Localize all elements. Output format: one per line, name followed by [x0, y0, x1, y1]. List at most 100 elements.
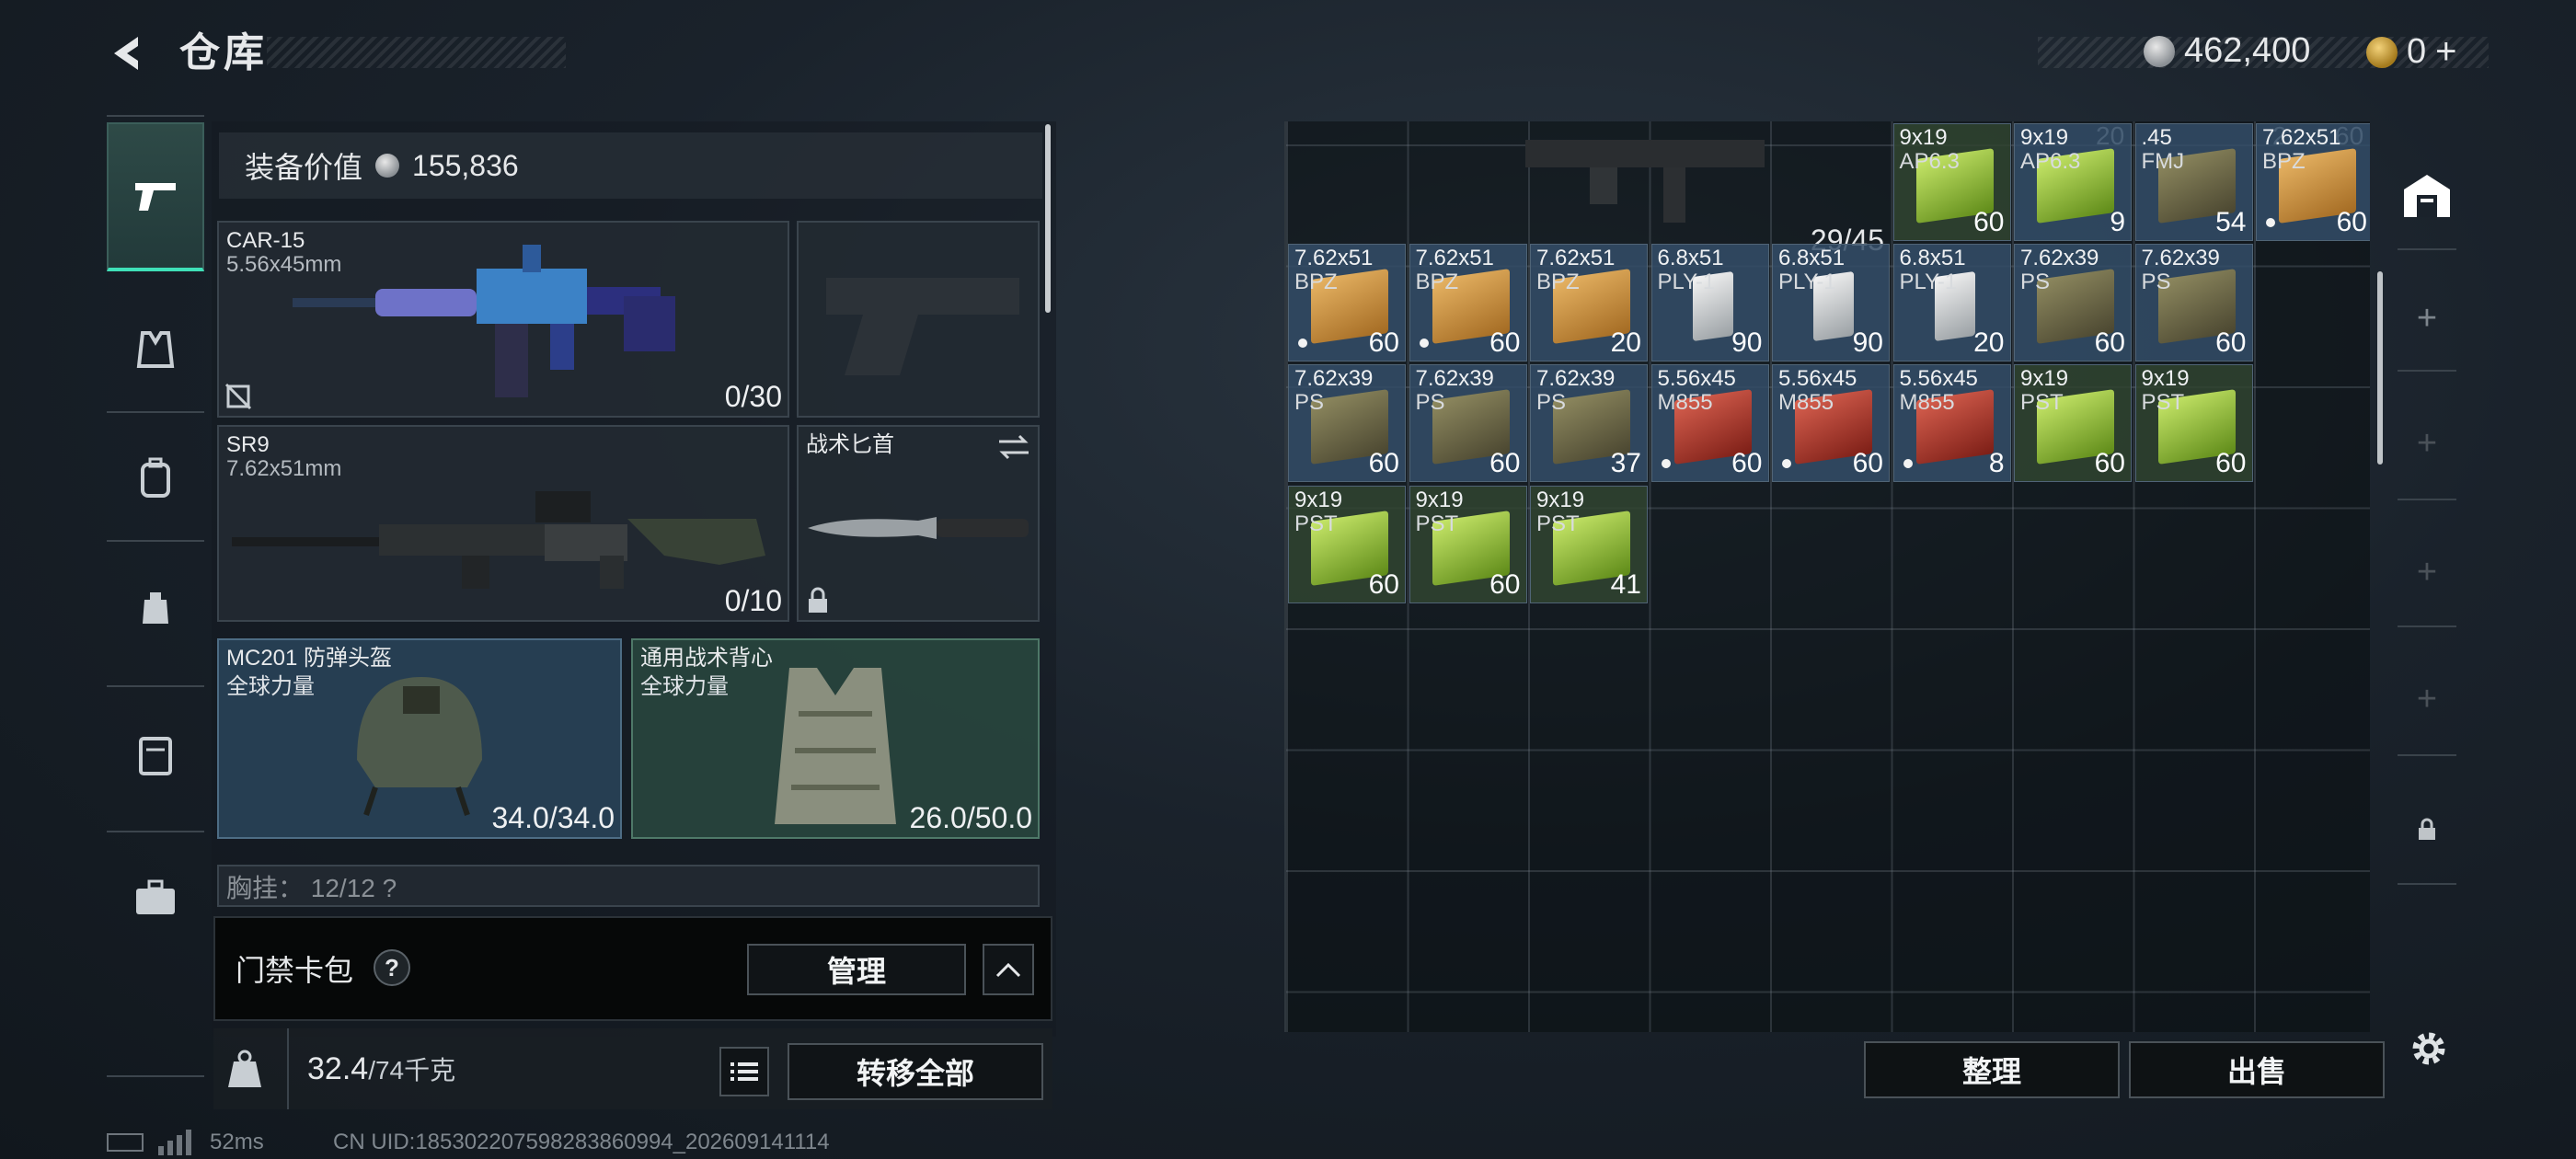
- transfer-all-button[interactable]: 转移全部: [788, 1043, 1043, 1100]
- vest-faction: 全球力量: [640, 674, 729, 699]
- ammo-quantity: 60: [2094, 327, 2125, 358]
- ammo-type: PS: [1536, 390, 1567, 415]
- backpack-icon: [141, 457, 170, 498]
- ammo-item[interactable]: 7.62x51 BPZ 20: [1530, 243, 1648, 361]
- ammo-caliber: 6.8x51: [1657, 245, 1724, 270]
- card-pack-label: 门禁卡包: [236, 954, 354, 987]
- ammo-item[interactable]: 9x19 PST 41: [1530, 485, 1648, 603]
- ammo-quantity: 20: [1610, 327, 1641, 358]
- nav-case[interactable]: [107, 704, 204, 805]
- expand-button[interactable]: [983, 944, 1034, 995]
- vest-durability-value: 26.0/50.0: [909, 801, 1032, 834]
- ammo-quantity: 54: [2215, 207, 2247, 237]
- ammo-item[interactable]: 9x19 PST 60: [1409, 485, 1527, 603]
- back-button[interactable]: [101, 26, 156, 81]
- new-dot-icon: [1661, 459, 1671, 468]
- list-view-button[interactable]: [719, 1047, 769, 1096]
- ammo-item[interactable]: 9x19 AP6.3 60: [1892, 123, 2011, 241]
- vest-slot[interactable]: 通用战术背心 全球力量 全球力量 26.0/50.0: [631, 638, 1040, 839]
- ammo-item[interactable]: 7.62x39 PS 60: [2014, 243, 2132, 361]
- add-gold-icon[interactable]: +: [2435, 31, 2456, 73]
- melee-slot[interactable]: 战术匕首: [797, 425, 1040, 622]
- ammo-item[interactable]: 7.62x51 BPZ 60: [1409, 243, 1527, 361]
- vest-icon: [775, 668, 896, 824]
- ammo-quantity: 90: [1852, 327, 1883, 358]
- sell-button[interactable]: 出售: [2129, 1041, 2385, 1098]
- ammo-item[interactable]: 6.8x51 PLY-1 90: [1650, 243, 1769, 361]
- ammo-caliber: 7.62x51: [1294, 245, 1374, 270]
- add-container-button[interactable]: +: [2388, 662, 2466, 736]
- ammo-caliber: 9x19: [1536, 487, 1585, 512]
- settings-button[interactable]: [2403, 1023, 2455, 1074]
- nav-toolbox[interactable]: [107, 847, 204, 948]
- pistol-icon: [135, 183, 176, 211]
- silver-coin-icon: [2144, 35, 2175, 67]
- warehouse-tab[interactable]: [2388, 149, 2466, 241]
- plus-icon: +: [2416, 423, 2438, 463]
- battery-icon: [107, 1133, 144, 1152]
- ammo-item[interactable]: 7.62x39 PS 60: [2134, 243, 2253, 361]
- chest-rig-slot[interactable]: 胸挂： 12/12 ?: [217, 865, 1040, 907]
- knife-icon: [808, 517, 1029, 539]
- weight-max: /74千克: [368, 1056, 456, 1084]
- ammo-item[interactable]: 5.56x45 M855 60: [1772, 364, 1890, 482]
- plus-icon: +: [2416, 679, 2438, 718]
- ammo-caliber: 9x19: [1899, 125, 1948, 150]
- pistol-slot-empty[interactable]: [797, 221, 1040, 418]
- ammo-item[interactable]: 9x19 PST 60: [2014, 364, 2132, 482]
- ammo-item[interactable]: 5.56x45 M855 8: [1892, 364, 2011, 482]
- ammo-item[interactable]: 7.62x51 BPZ 60: [1288, 243, 1406, 361]
- ammo-item[interactable]: .45 FMJ 54: [2134, 123, 2253, 241]
- ammo-quantity: 60: [2094, 448, 2125, 478]
- ammo-type: PST: [2020, 390, 2064, 415]
- ammo-quantity: 60: [1489, 327, 1521, 358]
- ammo-item[interactable]: 6.8x51 PLY-1 90: [1772, 243, 1890, 361]
- ammo-item[interactable]: 7.62x39 PS 37: [1530, 364, 1648, 482]
- add-container-button[interactable]: +: [2388, 407, 2466, 480]
- ammo-type: PST: [1415, 511, 1459, 536]
- ammo-item[interactable]: 7.62x51 BPZ 60: [2256, 123, 2370, 241]
- helmet-slot[interactable]: MC201 防弹头盔 全球力量 34.0/34.0: [217, 638, 622, 839]
- plus-icon: +: [2416, 298, 2438, 338]
- gold-currency[interactable]: 0 +: [2366, 31, 2457, 73]
- rifle-container-item[interactable]: 29/45: [1286, 121, 1892, 263]
- sort-button[interactable]: 整理: [1864, 1041, 2120, 1098]
- ammo-item[interactable]: 7.62x39 PS 60: [1288, 364, 1406, 482]
- nav-pouch[interactable]: [107, 557, 204, 658]
- nav-backpack[interactable]: [107, 428, 204, 529]
- nav-weapons[interactable]: [107, 122, 204, 271]
- card-pack-help-icon[interactable]: ?: [374, 949, 410, 986]
- lock-icon: [809, 587, 827, 613]
- ammo-caliber: 6.8x51: [1899, 245, 1966, 270]
- ammo-item[interactable]: 9x19 PST 60: [1288, 485, 1406, 603]
- manage-button[interactable]: 管理: [747, 944, 966, 995]
- category-nav: [107, 115, 204, 1081]
- ammo-type: M855: [1899, 390, 1955, 415]
- ammo-caliber: 5.56x45: [1899, 366, 1978, 391]
- swap-icon[interactable]: [997, 434, 1030, 460]
- ammo-item[interactable]: 9x19 PST 60: [2134, 364, 2253, 482]
- storage-scrollbar[interactable]: [2377, 271, 2383, 465]
- storage-grid[interactable]: 29/45 20 2 60 9x19AP6.3609x19AP6.39.45FM…: [1284, 121, 2370, 1032]
- back-arrow-icon: [114, 37, 138, 70]
- gold-coin-icon: [2366, 36, 2398, 68]
- helmet-durability: 34.0/34.0: [491, 801, 615, 834]
- ammo-quantity: 9: [2110, 207, 2125, 237]
- equipment-scrollbar[interactable]: [1045, 124, 1051, 313]
- equipment-value: 装备价值 155,836: [219, 132, 1042, 199]
- primary-weapon-slot-2[interactable]: SR9 7.62x51mm 0/10: [217, 425, 789, 622]
- ammo-item[interactable]: 9x19 AP6.3 9: [2014, 123, 2132, 241]
- ammo-caliber: 6.8x51: [1778, 245, 1846, 270]
- ammo-item[interactable]: 7.62x39 PS 60: [1409, 364, 1527, 482]
- header-stripe-decoration: [267, 37, 566, 68]
- add-container-button[interactable]: +: [2388, 281, 2466, 355]
- primary-weapon-slot-1[interactable]: CAR-15 5.56x45mm 0/30: [217, 221, 789, 418]
- weight-readout: 32.4/74千克: [307, 1050, 455, 1087]
- ammo-quantity: 37: [1610, 448, 1641, 478]
- add-container-button[interactable]: +: [2388, 535, 2466, 609]
- ammo-quantity: 90: [1731, 327, 1763, 358]
- ammo-item[interactable]: 6.8x51 PLY-1 20: [1892, 243, 2011, 361]
- ammo-item[interactable]: 5.56x45 M855 60: [1650, 364, 1769, 482]
- nav-armor[interactable]: [107, 299, 204, 400]
- ammo-caliber: 7.62x39: [1415, 366, 1494, 391]
